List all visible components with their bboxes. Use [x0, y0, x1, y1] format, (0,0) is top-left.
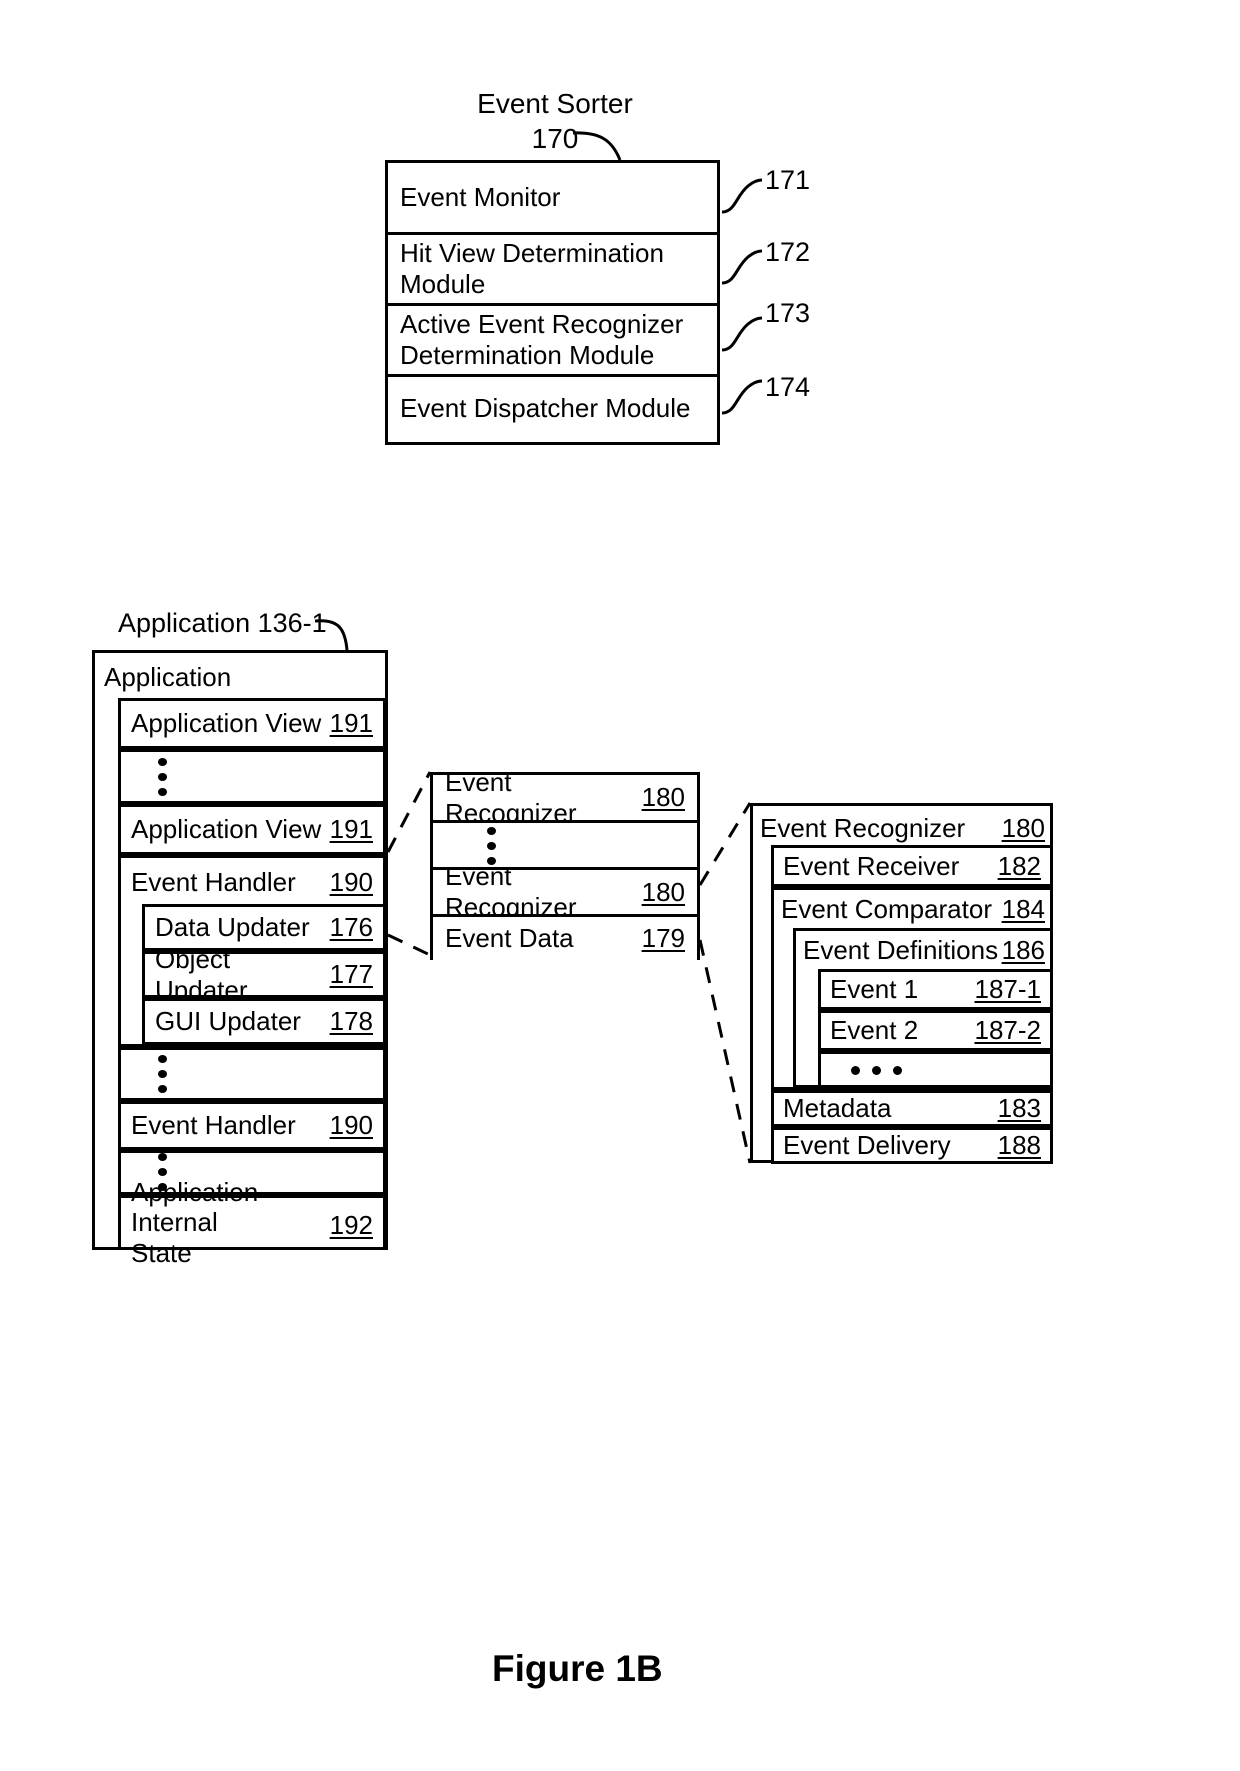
- data-updater-num: 176: [329, 912, 373, 942]
- event-delivery-box[interactable]: Event Delivery 188: [771, 1127, 1053, 1164]
- active-event-recognizer-determination-module-label: Active Event Recognizer Determination Mo…: [400, 309, 684, 370]
- event-definitions-num: 186: [1001, 934, 1045, 965]
- event-recognizer-detail-header: Event Recognizer 180: [760, 808, 1045, 848]
- event-data-num: 179: [641, 923, 685, 953]
- event-recognizer-detail-label: Event Recognizer: [760, 812, 966, 843]
- metadata-num: 183: [997, 1093, 1041, 1123]
- event-sorter-title: Event Sorter 170: [420, 86, 690, 156]
- event-sorter-row-dispatcher[interactable]: Event Dispatcher Module: [388, 377, 717, 439]
- vertical-ellipsis-icon-4: [484, 827, 498, 865]
- event-recognizer-list-box: Event Recognizer 180 Event Recognizer 18…: [430, 767, 700, 960]
- event-recognizer-label-1: Event Recognizer: [445, 766, 577, 828]
- reftag-174: 174: [765, 372, 811, 402]
- object-updater-label: Object Updater: [155, 943, 248, 1005]
- application-view-label-1: Application View: [131, 708, 322, 739]
- horizontal-ellipsis-icon: [851, 1064, 902, 1076]
- gui-updater-num: 178: [329, 1006, 373, 1036]
- event-definitions-label: Event Definitions: [803, 934, 999, 965]
- data-updater-label: Data Updater: [155, 912, 310, 943]
- event-handler-num-2: 190: [329, 1110, 373, 1140]
- event-2-label: Event 2: [830, 1015, 919, 1046]
- event-2-num: 187-2: [974, 1015, 1042, 1045]
- metadata-label: Metadata: [783, 1093, 892, 1124]
- event-sorter-row-event-monitor[interactable]: Event Monitor: [388, 163, 717, 235]
- event-sorter-box: Event Monitor Hit View Determination Mod…: [385, 160, 720, 445]
- application-header: Application: [104, 656, 380, 698]
- event-1-num: 187-1: [974, 974, 1042, 1004]
- event-receiver-label: Event Receiver: [783, 850, 960, 881]
- event-1-box[interactable]: Event 1 187-1: [818, 969, 1053, 1010]
- event-receiver-box[interactable]: Event Receiver 182: [771, 845, 1053, 887]
- event-data-row[interactable]: Event Data 179: [433, 917, 697, 960]
- event-data-label: Event Data: [445, 923, 574, 954]
- application-view-row-1[interactable]: Application View 191: [118, 698, 386, 749]
- event-definitions-header: Event Definitions 186: [803, 931, 1045, 969]
- gui-updater-box[interactable]: GUI Updater 178: [142, 998, 386, 1045]
- event-recognizer-list-row-1[interactable]: Event Recognizer 180: [433, 767, 697, 828]
- event-comparator-num: 184: [1001, 893, 1045, 924]
- figure-caption: Figure 1B: [492, 1648, 663, 1689]
- application-view-row-2[interactable]: Application View 191: [118, 804, 386, 855]
- event-sorter-ref-170: 170: [531, 123, 579, 154]
- event-handler-header-1: Event Handler 190: [121, 858, 383, 907]
- metadata-box[interactable]: Metadata 183: [771, 1090, 1053, 1127]
- event-1-label: Event 1: [830, 974, 919, 1005]
- event-recognizer-label-2: Event Recognizer: [445, 861, 577, 922]
- object-updater-box[interactable]: Object Updater 177: [142, 944, 386, 1005]
- event-recognizer-detail-num: 180: [1001, 812, 1045, 843]
- object-updater-num: 177: [329, 959, 373, 989]
- application-view-num-1: 191: [329, 708, 373, 738]
- application-view-num-2: 191: [329, 814, 373, 844]
- event-delivery-label: Event Delivery: [783, 1130, 951, 1161]
- event-recognizer-num-1: 180: [641, 782, 685, 812]
- event-comparator-header: Event Comparator 184: [781, 890, 1045, 928]
- event-handler-num-1: 190: [329, 867, 373, 897]
- event-sorter-title-label: Event Sorter: [477, 88, 633, 119]
- gui-updater-label: GUI Updater: [155, 1006, 301, 1037]
- event-receiver-num: 182: [997, 850, 1041, 881]
- event-handler-label-2: Event Handler: [131, 1110, 296, 1141]
- hit-view-determination-module-label: Hit View Determination Module: [400, 238, 664, 299]
- reftag-173: 173: [765, 298, 811, 328]
- application-internal-state-box[interactable]: Application Internal State 192: [118, 1177, 386, 1268]
- event-sorter-row-active-recognizer[interactable]: Active Event Recognizer Determination Mo…: [388, 306, 717, 377]
- event-monitor-label: Event Monitor: [400, 182, 561, 213]
- application-view-label-2: Application View: [131, 814, 322, 845]
- application-header-label: Application: [104, 661, 232, 692]
- event-sorter-row-hit-view[interactable]: Hit View Determination Module: [388, 235, 717, 306]
- application-internal-state-label: Application Internal State: [131, 1176, 259, 1268]
- event-dispatcher-module-label: Event Dispatcher Module: [400, 392, 691, 423]
- event-handler-row-2[interactable]: Event Handler 190: [118, 1101, 386, 1150]
- reftag-171: 171: [765, 165, 811, 195]
- event-handler-label-1: Event Handler: [131, 867, 296, 898]
- reftag-172: 172: [765, 237, 811, 267]
- event-delivery-num: 188: [997, 1130, 1041, 1160]
- vertical-ellipsis-icon-2: [155, 1055, 169, 1093]
- event-recognizer-list-row-2[interactable]: Event Recognizer 180: [433, 861, 697, 922]
- event-comparator-label: Event Comparator: [781, 893, 992, 924]
- application-callout-136-1: Application 136-1: [118, 608, 327, 638]
- event-2-box[interactable]: Event 2 187-2: [818, 1010, 1053, 1051]
- vertical-ellipsis-icon-1: [155, 758, 169, 796]
- event-recognizer-num-2: 180: [641, 876, 685, 907]
- application-internal-state-num: 192: [329, 1210, 373, 1240]
